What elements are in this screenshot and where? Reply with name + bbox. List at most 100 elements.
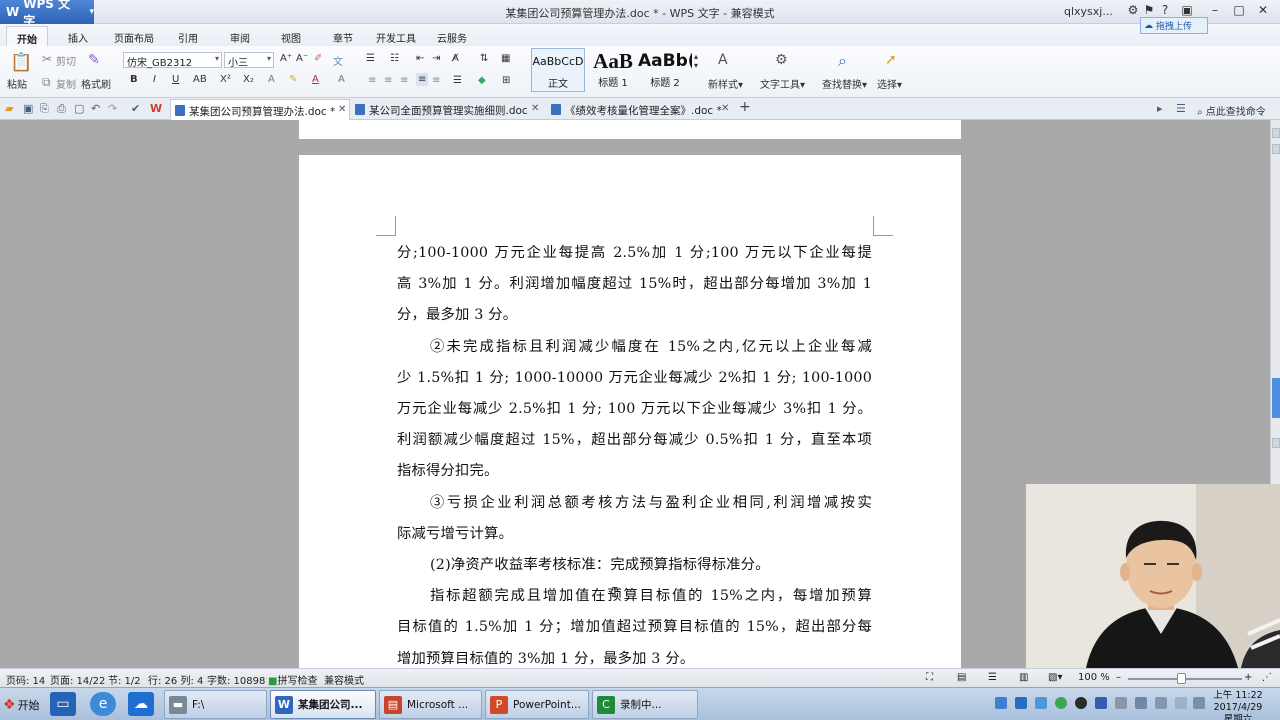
font-size-select[interactable]: 小三 ▾: [224, 52, 274, 69]
doc-tab-active[interactable]: 某集团公司预算管理办法.doc * ✕: [170, 99, 350, 120]
zoom-out-icon[interactable]: –: [1116, 672, 1121, 683]
format-painter-button[interactable]: 格式刷: [81, 76, 111, 91]
user-account[interactable]: qlxysxj...: [1064, 5, 1113, 18]
shading-icon[interactable]: ◆: [478, 75, 486, 86]
paste-button[interactable]: 粘贴: [7, 76, 27, 91]
flag-icon[interactable]: [1193, 697, 1205, 709]
line-spacing-icon[interactable]: ☰: [453, 75, 462, 86]
select-button[interactable]: 选择▾: [877, 76, 902, 91]
clock[interactable]: 上午 11:22 2017/4/29 星期六: [1210, 690, 1266, 720]
new-tab-button[interactable]: +: [739, 99, 751, 115]
scroll-marker[interactable]: [1272, 438, 1280, 448]
reading-view-icon[interactable]: ▧▾: [1048, 672, 1062, 683]
distributed-icon[interactable]: ≡: [432, 75, 440, 86]
show-desktop-icon[interactable]: ▭: [50, 692, 76, 716]
bluetooth-icon[interactable]: [1095, 697, 1107, 709]
text-tools-button[interactable]: 文字工具▾: [760, 76, 805, 91]
tab-references[interactable]: 引用: [178, 30, 198, 45]
new-style-button[interactable]: 新样式▾: [708, 76, 743, 91]
tray-shield-icon[interactable]: [1015, 697, 1027, 709]
style-heading-1[interactable]: AaB 标题 1: [586, 48, 640, 92]
find-replace-button[interactable]: 查找替换▾: [822, 76, 867, 91]
shrink-font-icon[interactable]: A⁻: [296, 53, 308, 64]
clear-format-icon[interactable]: ✐: [314, 53, 322, 64]
grow-font-icon[interactable]: A⁺: [280, 53, 292, 64]
tab-cloud[interactable]: 云服务: [437, 30, 467, 45]
taskbar-item-powerpoint[interactable]: P PowerPoint...: [485, 690, 589, 719]
status-page-code[interactable]: 页码: 14: [6, 672, 45, 687]
tab-chapter[interactable]: 章节: [333, 30, 353, 45]
tab-home[interactable]: 开始: [6, 26, 48, 46]
cut-button[interactable]: 剪切: [56, 53, 76, 68]
battery-icon[interactable]: [1115, 697, 1127, 709]
zoom-slider-thumb[interactable]: [1177, 673, 1186, 684]
decrease-indent-icon[interactable]: ⇤: [416, 53, 424, 64]
bold-button[interactable]: B: [130, 74, 138, 85]
style-heading-2[interactable]: AaBb( 标题 2: [638, 48, 692, 92]
ime-icon[interactable]: [1175, 697, 1187, 709]
tray-cloud-icon[interactable]: [1035, 697, 1047, 709]
tab-page-layout[interactable]: 页面布局: [114, 30, 154, 45]
border-icon[interactable]: ⊞: [502, 75, 510, 86]
increase-indent-icon[interactable]: ⇥: [432, 53, 440, 64]
styles-scroll-icon[interactable]: ▴ ▾: [694, 52, 698, 70]
subscript-button[interactable]: X₂: [243, 74, 254, 85]
doc-tab[interactable]: 《绩效考核量化管理全案》.doc * ✕: [547, 99, 733, 120]
document-page[interactable]: 分;100-1000 万元企业每提高 2.5%加 1 分;100 万元以下企业每…: [299, 155, 961, 668]
strikethrough-button[interactable]: AB: [193, 74, 207, 85]
superscript-button[interactable]: X²: [220, 74, 231, 85]
paste-icon[interactable]: 📋: [10, 52, 32, 73]
scroll-thumb[interactable]: [1272, 378, 1280, 418]
undo-icon[interactable]: ↶: [91, 102, 100, 115]
baidu-cloud-icon[interactable]: ☁: [128, 692, 154, 716]
tray-network-icon[interactable]: [995, 697, 1007, 709]
align-center-icon[interactable]: ≡: [384, 75, 392, 86]
highlight-icon[interactable]: ✎: [289, 74, 297, 85]
font-color-icon[interactable]: A: [312, 74, 319, 85]
taskbar-item-explorer[interactable]: ▬ F:\: [164, 690, 267, 719]
export-icon[interactable]: ⎘: [40, 102, 49, 116]
taskbar-item-word[interactable]: ▤ Microsoft ...: [379, 690, 482, 719]
wifi-icon[interactable]: [1135, 697, 1147, 709]
maximize-button[interactable]: □: [1230, 3, 1248, 17]
close-tab-icon[interactable]: ✕: [338, 104, 346, 115]
doc-tab[interactable]: 某公司全面预算管理实施细则.doc ✕: [351, 99, 543, 120]
taskbar-item-recorder[interactable]: C 录制中...: [592, 690, 698, 719]
sort-icon[interactable]: ⇅: [480, 53, 488, 64]
char-border-icon[interactable]: A: [338, 74, 345, 85]
restore-ribbon-icon[interactable]: ▣: [1178, 3, 1196, 17]
fullscreen-icon[interactable]: ⛶: [926, 672, 933, 683]
ie-icon[interactable]: e: [90, 692, 116, 716]
tab-review[interactable]: 审阅: [230, 30, 250, 45]
print-icon[interactable]: ⎙: [57, 102, 66, 116]
doc-menu-icon[interactable]: ▸: [1157, 102, 1163, 115]
scroll-up-button[interactable]: [1272, 128, 1280, 138]
document-body[interactable]: 分;100-1000 万元企业每提高 2.5%加 1 分;100 万元以下企业每…: [397, 238, 872, 668]
wps-home-icon[interactable]: W: [150, 102, 162, 115]
numbering-icon[interactable]: ☷: [390, 53, 399, 64]
tab-view[interactable]: 视图: [281, 30, 301, 45]
tab-developer[interactable]: 开发工具: [376, 30, 416, 45]
zoom-level[interactable]: 100 %: [1078, 672, 1110, 683]
justify-icon[interactable]: ≡: [416, 73, 429, 86]
save-icon[interactable]: ▣: [23, 102, 33, 115]
web-view-icon[interactable]: ▥: [1019, 672, 1028, 683]
status-section[interactable]: 节: 1/2: [108, 672, 141, 687]
spell-check-toggle[interactable]: ■拼写检查: [268, 672, 317, 687]
tab-list-icon[interactable]: ☰: [1176, 102, 1186, 115]
bullets-icon[interactable]: ☰: [366, 53, 375, 64]
copy-button[interactable]: 复制: [56, 76, 76, 91]
upload-button[interactable]: ☁ 拖拽上传: [1140, 17, 1208, 34]
align-right-icon[interactable]: ≡: [400, 75, 408, 86]
status-page[interactable]: 页面: 14/22: [50, 672, 105, 687]
text-effect-icon[interactable]: A: [268, 74, 275, 85]
italic-button[interactable]: I: [153, 74, 156, 85]
minimize-button[interactable]: –: [1206, 3, 1224, 17]
speaker-icon[interactable]: [1155, 697, 1167, 709]
underline-button[interactable]: U: [172, 74, 179, 85]
chinese-layout-icon[interactable]: A̸: [452, 53, 459, 64]
close-button[interactable]: ✕: [1254, 3, 1272, 17]
pinyin-icon[interactable]: 文: [333, 53, 343, 68]
help-icon[interactable]: ?: [1156, 3, 1174, 17]
close-tab-icon[interactable]: ✕: [531, 103, 539, 114]
